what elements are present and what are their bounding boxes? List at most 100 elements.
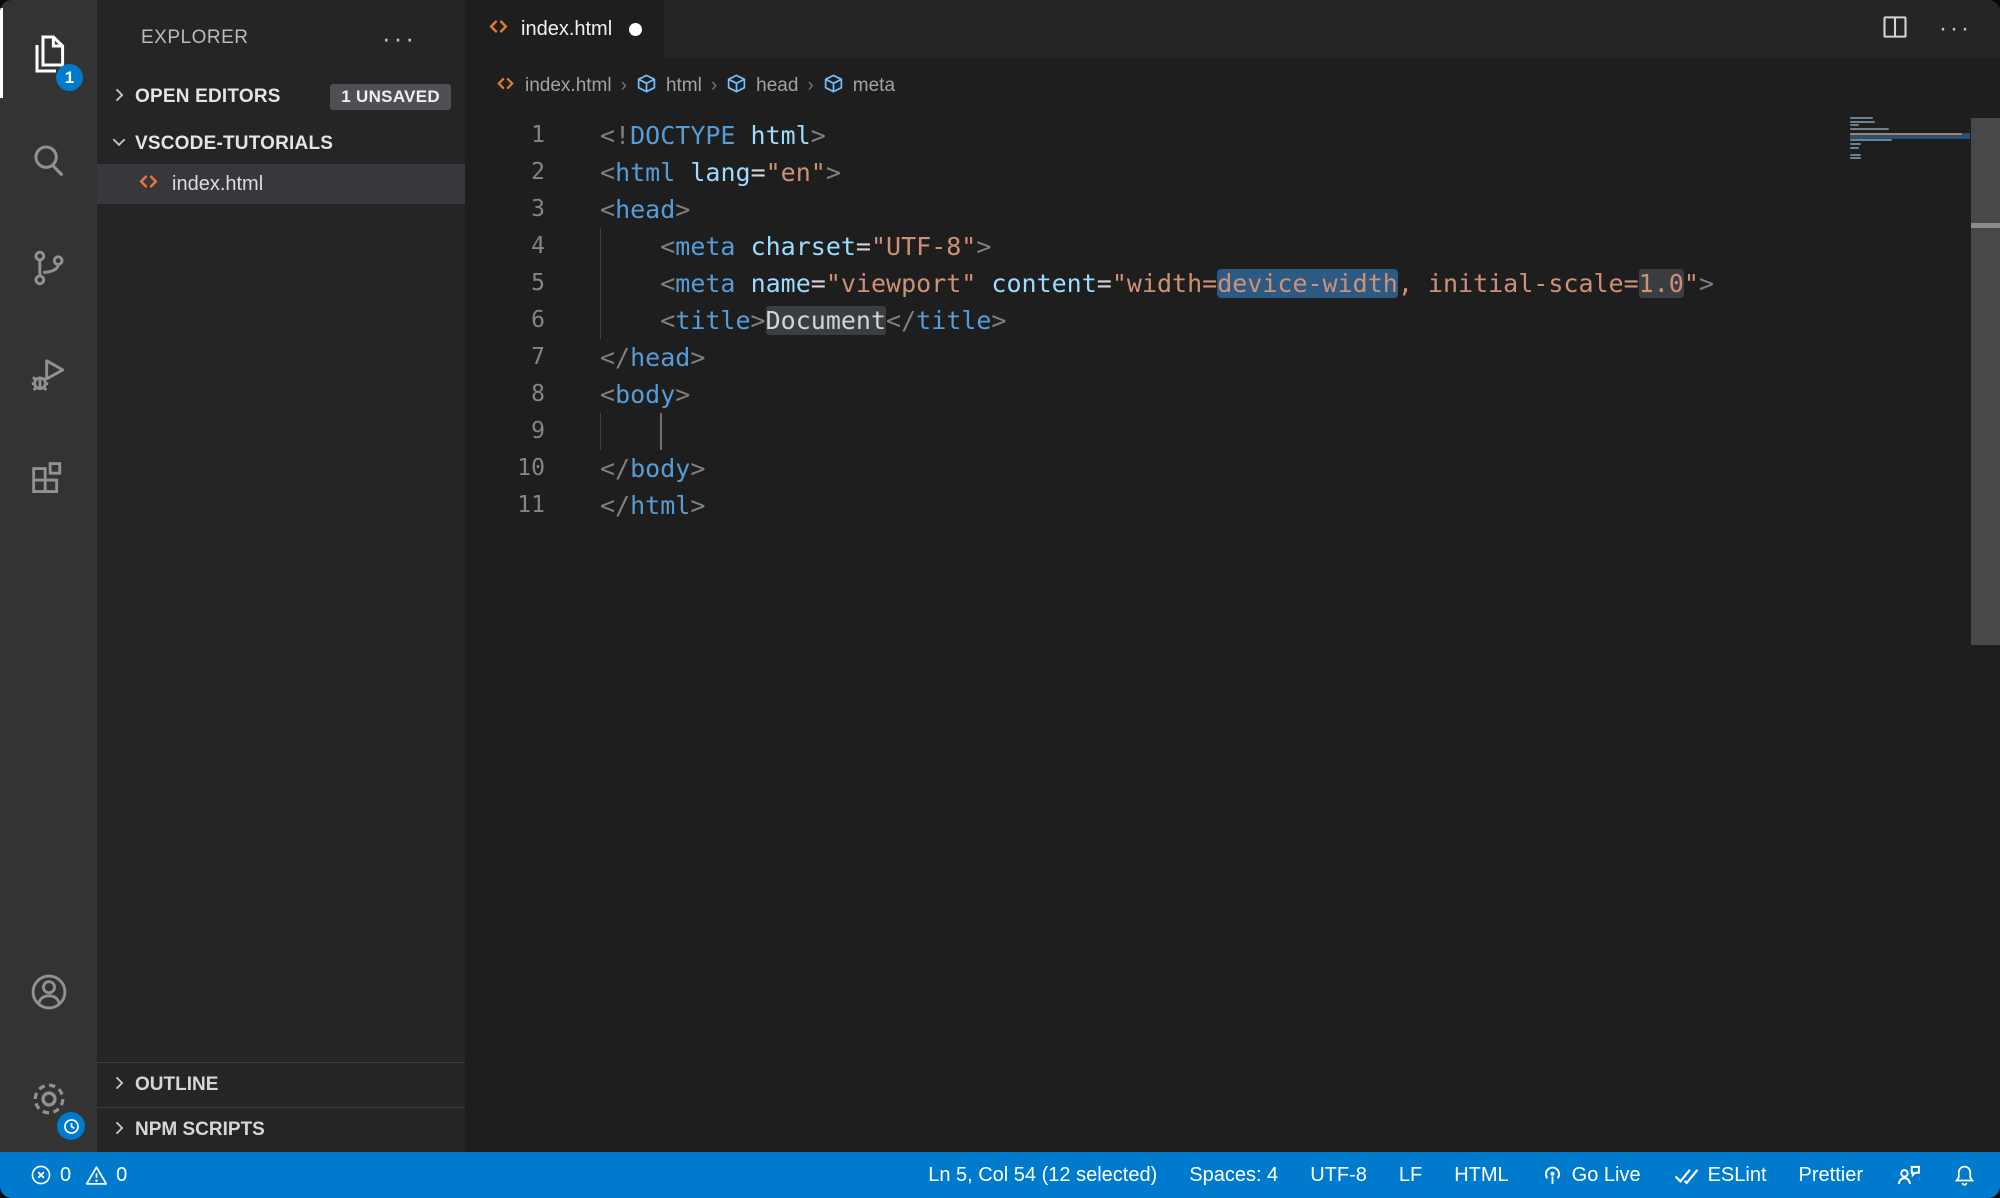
minimap-line xyxy=(1850,157,1970,160)
status-item-notifications[interactable] xyxy=(1953,1164,1976,1187)
status-item-prettier[interactable]: Prettier xyxy=(1799,1164,1863,1187)
chevron-right-icon xyxy=(109,85,129,110)
status-item-eslint[interactable]: ESLint xyxy=(1673,1162,1767,1189)
status-item-language-mode[interactable]: HTML xyxy=(1454,1164,1508,1187)
line-content[interactable]: <meta charset="UTF-8"> xyxy=(600,228,2000,265)
code-token: <! xyxy=(600,121,630,150)
code-token: title xyxy=(916,306,991,335)
code-line[interactable]: 9 xyxy=(465,413,2000,450)
code-token: < xyxy=(660,232,675,261)
code-line[interactable]: 4 <meta charset="UTF-8"> xyxy=(465,228,2000,265)
html-file-icon xyxy=(137,170,160,198)
code-line[interactable]: 8<body> xyxy=(465,376,2000,413)
status-item-encoding[interactable]: UTF-8 xyxy=(1310,1164,1367,1187)
chevron-right-icon xyxy=(109,1073,129,1098)
line-content[interactable]: <!DOCTYPE html> xyxy=(600,117,2000,154)
line-number: 6 xyxy=(465,302,545,339)
code-line[interactable]: 11</html> xyxy=(465,487,2000,524)
breadcrumb-meta[interactable]: meta xyxy=(823,73,895,99)
vertical-scrollbar[interactable] xyxy=(1971,118,2000,645)
more-actions-icon[interactable]: ··· xyxy=(1939,24,1972,34)
outline-section[interactable]: OUTLINE xyxy=(97,1062,465,1107)
split-editor-icon[interactable] xyxy=(1881,13,1909,46)
code-token: "width= xyxy=(1112,269,1217,298)
code-token: > xyxy=(751,306,766,335)
code-token: lang xyxy=(690,158,750,187)
problems-indicator[interactable]: 0 0 xyxy=(30,1164,127,1187)
status-item-go-live[interactable]: Go Live xyxy=(1541,1164,1641,1187)
sidebar-item-source-control[interactable] xyxy=(0,214,97,321)
status-item-label: LF xyxy=(1399,1164,1422,1187)
indent-guide xyxy=(600,265,601,302)
line-content[interactable]: <body> xyxy=(600,376,2000,413)
settings-button[interactable] xyxy=(0,1045,97,1152)
code-token: > xyxy=(976,232,991,261)
minimap-line xyxy=(1850,133,1970,139)
code-lines: 1 <!DOCTYPE html> 2 <html lang="en">3<head>… xyxy=(465,117,2000,524)
code-token: 1.0 xyxy=(1639,269,1684,298)
open-editors-section[interactable]: OPEN EDITORS 1 UNSAVED xyxy=(97,80,465,114)
status-item-indentation[interactable]: Spaces: 4 xyxy=(1189,1164,1278,1187)
sidebar-item-run-debug[interactable] xyxy=(0,321,97,428)
ellipsis-icon[interactable]: ··· xyxy=(382,33,417,43)
sidebar-item-explorer[interactable]: 1 xyxy=(0,0,97,107)
breadcrumb-head[interactable]: head xyxy=(726,73,798,99)
sidebar-title: EXPLORER xyxy=(141,27,248,49)
activity-bar-bottom xyxy=(0,938,97,1152)
minimap-line xyxy=(1850,143,1970,146)
line-content[interactable]: <head> xyxy=(600,191,2000,228)
code-token: body xyxy=(630,454,690,483)
line-number: 9 xyxy=(465,413,545,450)
line-content[interactable]: </body> xyxy=(600,450,2000,487)
code-line[interactable]: 5 <meta name="viewport" content="width=d… xyxy=(465,265,2000,302)
code-line[interactable]: 3<head> xyxy=(465,191,2000,228)
symbol-cube-icon xyxy=(636,73,657,99)
code-token: name xyxy=(751,269,811,298)
file-item-index-html[interactable]: index.html xyxy=(97,164,465,204)
breadcrumb-html[interactable]: html xyxy=(636,73,702,99)
double-check-icon xyxy=(1673,1162,1700,1189)
code-line[interactable]: 7</head> xyxy=(465,339,2000,376)
breadcrumb-label: html xyxy=(666,75,702,97)
minimap-line-bar xyxy=(1850,139,1892,141)
line-content[interactable]: <title>Document</title> xyxy=(600,302,2000,339)
line-content[interactable]: <html lang="en"> xyxy=(600,154,2000,191)
status-item-eol[interactable]: LF xyxy=(1399,1164,1422,1187)
code-token: charset xyxy=(751,232,856,261)
line-number: 2 xyxy=(465,154,545,191)
minimap[interactable] xyxy=(1850,117,1970,161)
npm-scripts-section[interactable]: NPM SCRIPTS xyxy=(97,1107,465,1152)
status-item-cursor-position[interactable]: Ln 5, Col 54 (12 selected) xyxy=(928,1164,1157,1187)
breadcrumb-file[interactable]: index.html xyxy=(495,73,612,99)
code-line[interactable]: 6 <title>Document</title> xyxy=(465,302,2000,339)
code-editor[interactable]: 1 <!DOCTYPE html> 2 <html lang="en">3<head>… xyxy=(465,114,2000,1152)
status-item-label: Prettier xyxy=(1799,1164,1863,1187)
code-token: > xyxy=(690,491,705,520)
minimap-line-bar xyxy=(1850,133,1962,135)
unsaved-dot-icon[interactable] xyxy=(629,23,642,36)
code-line[interactable]: 2 <html lang="en"> xyxy=(465,154,2000,191)
line-content[interactable] xyxy=(600,413,2000,450)
line-content[interactable]: </html> xyxy=(600,487,2000,524)
indent-guide xyxy=(600,302,601,339)
minimap-line-bar xyxy=(1850,147,1859,149)
minimap-line xyxy=(1850,154,1970,157)
code-token: </ xyxy=(886,306,916,335)
line-content[interactable]: </head> xyxy=(600,339,2000,376)
line-content[interactable]: <meta name="viewport" content="width=dev… xyxy=(600,265,2000,302)
sidebar-item-extensions[interactable] xyxy=(0,428,97,535)
accounts-button[interactable] xyxy=(0,938,97,1045)
code-line[interactable]: 1 <!DOCTYPE html> xyxy=(465,117,2000,154)
status-item-feedback[interactable] xyxy=(1895,1162,1921,1188)
tab-index-html[interactable]: index.html xyxy=(465,0,664,58)
tab-bar: index.html ··· xyxy=(465,0,2000,58)
sidebar-item-search[interactable] xyxy=(0,107,97,214)
code-line[interactable]: 10</body> xyxy=(465,450,2000,487)
minimap-line-bar xyxy=(1850,157,1861,159)
line-number: 1 xyxy=(465,117,545,154)
minimap-line xyxy=(1850,121,1970,124)
workspace-folder-section[interactable]: VSCODE-TUTORIALS xyxy=(97,124,465,164)
code-token: DOCTYPE xyxy=(630,121,735,150)
html-file-icon xyxy=(487,15,510,43)
extensions-icon xyxy=(26,459,72,505)
